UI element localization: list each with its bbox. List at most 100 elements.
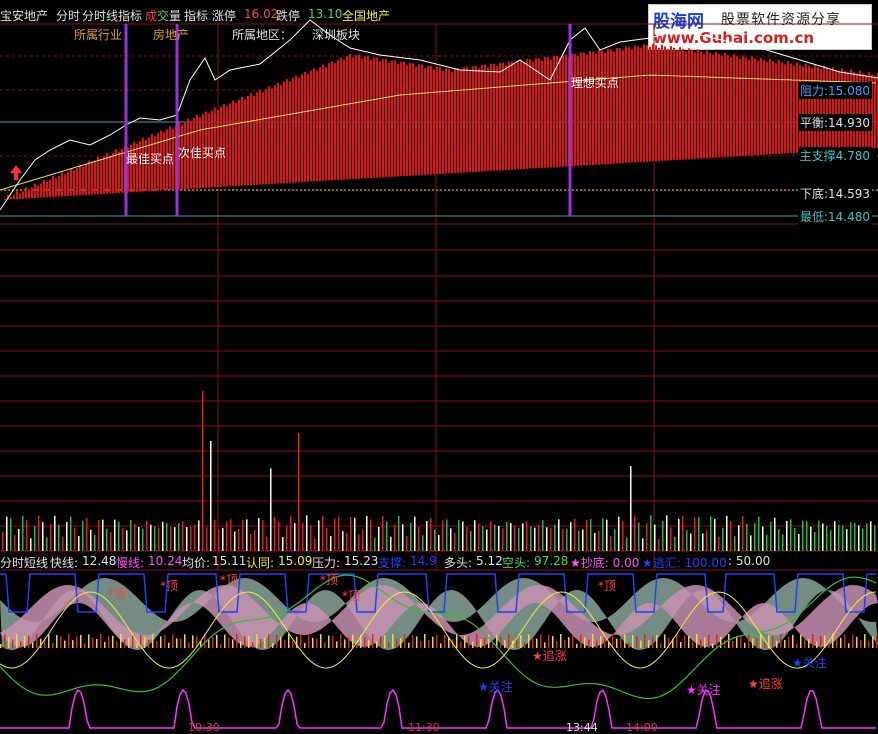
area-bar [40, 183, 42, 198]
area-bar [760, 57, 762, 155]
area-bar [67, 171, 69, 197]
volume-bar [754, 523, 756, 551]
slow-label: 慢线: [116, 556, 145, 570]
volume-bar [710, 516, 712, 551]
volume-bar [814, 531, 816, 551]
region-value[interactable]: 深圳板块 [312, 26, 360, 43]
area-bar [544, 57, 546, 168]
volume-bar [750, 535, 752, 551]
area-bar [31, 187, 33, 199]
volume-bar [26, 519, 28, 551]
area-bar [43, 179, 45, 198]
area-bar [400, 61, 402, 177]
area-bar [61, 172, 63, 197]
mid-bar [216, 634, 218, 648]
mid-bar [440, 643, 442, 648]
area-bar [742, 55, 744, 157]
indicator-panel [0, 573, 878, 729]
mid-bar [696, 634, 698, 648]
area-bar [763, 59, 765, 155]
volume-bar [438, 535, 440, 551]
volume-bar [662, 520, 664, 551]
mid-bar [708, 634, 710, 648]
area-bar [526, 59, 528, 169]
mid-bar [580, 634, 582, 648]
volume-bar [590, 518, 592, 551]
volume-bar [170, 526, 172, 551]
area-bar [730, 57, 732, 157]
mid-bar [268, 634, 270, 648]
mid-bar [848, 643, 850, 648]
volume-bar [746, 523, 748, 551]
industry-value[interactable]: 房地产 [153, 26, 189, 43]
mid-bar [772, 636, 774, 648]
area-bar [58, 175, 60, 197]
mid-bar [456, 634, 458, 648]
area-bar [667, 49, 669, 161]
area-bar [325, 66, 327, 181]
volume-bar [358, 534, 360, 551]
volume-bar [366, 516, 368, 551]
area-bar [73, 170, 75, 196]
volume-bar [598, 530, 600, 551]
mid-bar [400, 638, 402, 648]
area-bar [736, 56, 738, 157]
mid-bar [572, 634, 574, 648]
area-bar [790, 63, 792, 154]
volume-bar [470, 531, 472, 551]
volume-bar [774, 517, 776, 551]
area-bar [34, 183, 36, 198]
area-bar [805, 63, 807, 153]
escape-value: ★逃汇: 100.00 [642, 556, 727, 570]
mid-bar [192, 635, 194, 648]
area-bar [250, 93, 252, 186]
volume-bar [658, 539, 660, 551]
area-bar [328, 63, 330, 181]
area-bar [49, 179, 51, 198]
intraday-chart[interactable] [0, 0, 878, 732]
area-bar [352, 57, 354, 180]
volume-bar [798, 533, 800, 551]
volume-bar [130, 519, 132, 551]
volume-bar [602, 518, 604, 551]
mid-bar [812, 634, 814, 648]
mid-bar [256, 634, 258, 648]
area-bar [235, 102, 237, 187]
area-bar [556, 56, 558, 168]
area-bar [754, 58, 756, 156]
mid-bar [404, 634, 406, 648]
mid-bar [656, 634, 658, 648]
indicator-name[interactable]: 分时短线 [0, 554, 48, 571]
area-bar [439, 67, 441, 174]
mid-bar [816, 641, 818, 648]
volume-bar [138, 526, 140, 551]
volume-bar [370, 519, 372, 551]
area-bar [766, 61, 768, 155]
area-bar [814, 64, 816, 152]
volume-bar [442, 520, 444, 551]
mid-bar [632, 635, 634, 648]
volume-bar [234, 531, 236, 551]
area-bar [322, 64, 324, 181]
mid-bar [680, 641, 682, 648]
volume-bar [678, 518, 680, 551]
area-bar [694, 52, 696, 159]
mid-bar [864, 634, 866, 648]
volume-bar [214, 519, 216, 551]
mid-bar [96, 638, 98, 648]
mid-bar [24, 636, 26, 648]
area-bar [232, 100, 234, 187]
volume-bar [858, 525, 860, 551]
area-bar [481, 65, 483, 172]
area-bar [538, 58, 540, 169]
area-bar [616, 47, 618, 164]
mid-bar [208, 639, 210, 648]
mid-bar [292, 640, 294, 648]
volume-bar [338, 516, 340, 551]
area-bar [406, 65, 408, 176]
mid-bar [212, 637, 214, 648]
volume-bar [166, 523, 168, 551]
mid-bar [808, 639, 810, 648]
area-bar [19, 193, 21, 199]
area-bar [646, 45, 648, 162]
